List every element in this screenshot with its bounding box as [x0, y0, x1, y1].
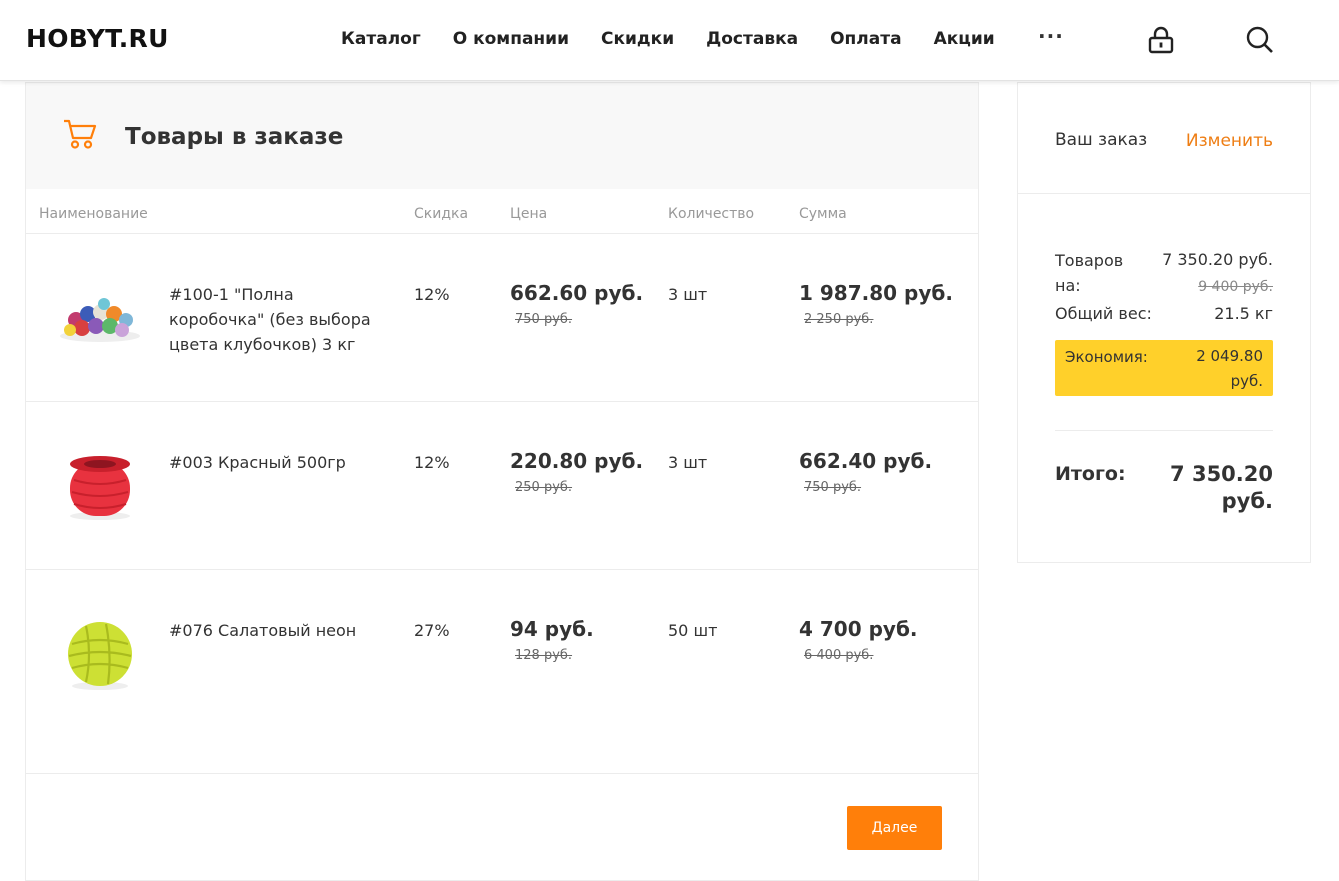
col-header-discount: Скидка: [414, 206, 469, 222]
total-label: Итого:: [1055, 463, 1126, 485]
col-header-price: Цена: [510, 206, 548, 222]
lock-icon[interactable]: [1147, 25, 1175, 55]
product-price: 220.80 руб.: [510, 449, 644, 473]
col-header-sum: Сумма: [799, 206, 847, 222]
site-logo[interactable]: HOBYT.RU: [26, 24, 169, 53]
product-price: 662.60 руб.: [510, 281, 644, 305]
summary-divider: [1055, 430, 1273, 431]
economy-label: Экономия:: [1065, 348, 1148, 366]
nav-more-button[interactable]: ···: [1038, 24, 1064, 48]
col-header-quantity: Количество: [668, 206, 755, 222]
economy-value: 2 049.80 руб.: [1196, 347, 1263, 390]
product-old-sum: 750 руб.: [804, 480, 862, 495]
product-name-link[interactable]: #076 Салатовый неон: [169, 618, 389, 643]
order-items-header: Товары в заказе: [26, 83, 978, 189]
goods-old-total: 9 400 руб.: [1198, 279, 1273, 295]
product-discount: 27%: [414, 621, 450, 640]
product-sum: 4 700 руб.: [799, 617, 918, 641]
nav-item-promotions[interactable]: Акции: [934, 29, 995, 49]
economy-badge: Экономия: 2 049.80 руб.: [1055, 340, 1273, 396]
product-discount: 12%: [414, 453, 450, 472]
product-discount: 12%: [414, 285, 450, 304]
nav-item-about[interactable]: О компании: [453, 29, 569, 49]
product-name-link[interactable]: #100-1 "Полна коробочка" (без выбора цве…: [169, 282, 389, 357]
next-button[interactable]: Далее: [847, 806, 942, 850]
table-row: #076 Салатовый неон 27% 94 руб. 128 руб.…: [26, 570, 978, 774]
product-old-sum: 2 250 руб.: [804, 312, 874, 327]
product-image[interactable]: [56, 446, 144, 526]
product-old-sum: 6 400 руб.: [804, 648, 874, 663]
goods-total-label: Товаров на:: [1055, 251, 1124, 295]
cart-icon: [64, 119, 97, 149]
total-value: 7 350.20 руб.: [1170, 462, 1273, 513]
goods-total-value: 7 350.20 руб.: [1162, 250, 1273, 269]
col-header-name: Наименование: [39, 206, 148, 222]
product-old-price: 750 руб.: [515, 312, 573, 327]
main-nav: Каталог О компании Скидки Доставка Оплат…: [341, 29, 1027, 49]
product-old-price: 250 руб.: [515, 480, 573, 495]
product-name-link[interactable]: #003 Красный 500гр: [169, 450, 389, 475]
product-old-price: 128 руб.: [515, 648, 573, 663]
weight-value: 21.5 кг: [1214, 304, 1273, 323]
product-price: 94 руб.: [510, 617, 594, 641]
order-summary-header: Ваш заказ Изменить: [1018, 83, 1310, 194]
table-row: #100-1 "Полна коробочка" (без выбора цве…: [26, 234, 978, 402]
product-quantity: 3 шт: [668, 453, 708, 472]
product-quantity: 50 шт: [668, 621, 718, 640]
nav-item-payment[interactable]: Оплата: [830, 29, 901, 49]
table-row: #003 Красный 500гр 12% 220.80 руб. 250 р…: [26, 402, 978, 570]
search-icon[interactable]: [1245, 25, 1275, 55]
order-summary: Ваш заказ Изменить Товаров на: 7 350.20 …: [1017, 82, 1311, 563]
nav-item-discounts[interactable]: Скидки: [601, 29, 674, 49]
order-summary-title: Ваш заказ: [1055, 130, 1148, 150]
product-sum: 662.40 руб.: [799, 449, 933, 473]
site-header: HOBYT.RU Каталог О компании Скидки Доста…: [0, 0, 1339, 81]
product-image[interactable]: [56, 278, 144, 358]
order-items-title: Товары в заказе: [125, 124, 344, 150]
product-image[interactable]: [56, 614, 144, 694]
nav-item-catalog[interactable]: Каталог: [341, 29, 421, 49]
edit-order-link[interactable]: Изменить: [1186, 131, 1273, 151]
product-sum: 1 987.80 руб.: [799, 281, 953, 305]
product-quantity: 3 шт: [668, 285, 708, 304]
nav-item-delivery[interactable]: Доставка: [706, 29, 798, 49]
weight-label: Общий вес:: [1055, 304, 1152, 323]
table-header: Наименование Скидка Цена Количество Сумм…: [26, 189, 978, 234]
order-items-panel: Товары в заказе Наименование Скидка Цена…: [25, 82, 979, 881]
